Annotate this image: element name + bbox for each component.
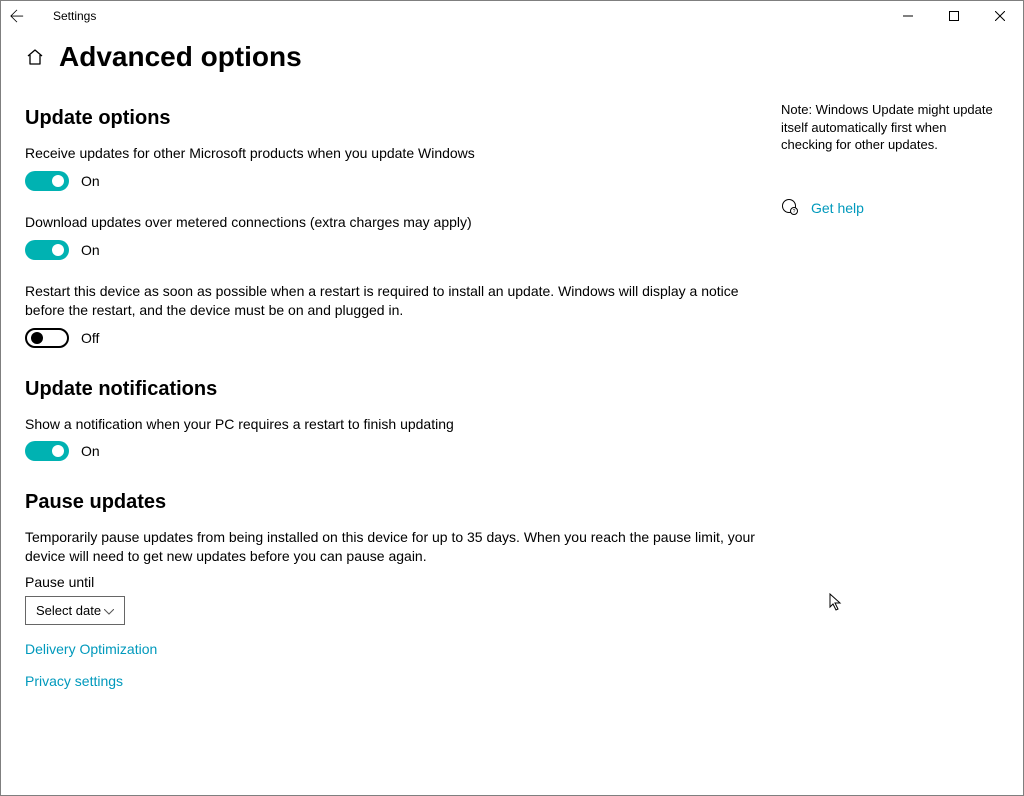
back-button[interactable]: [1, 1, 33, 31]
pause-until-value: Select date: [36, 603, 101, 618]
toggle-metered-state: On: [81, 242, 100, 258]
svg-text:?: ?: [793, 209, 796, 215]
opt-notify-desc: Show a notification when your PC require…: [25, 415, 771, 434]
maximize-button[interactable]: [931, 1, 977, 31]
settings-window: Settings Advanced options Update options…: [0, 0, 1024, 796]
toggle-metered[interactable]: [25, 240, 69, 260]
help-icon: ?: [781, 198, 799, 219]
side-note: Note: Windows Update might update itself…: [781, 101, 999, 154]
titlebar: Settings: [1, 1, 1023, 31]
side-panel: Note: Windows Update might update itself…: [771, 41, 1023, 719]
toggle-notify[interactable]: [25, 441, 69, 461]
opt-receive-updates-desc: Receive updates for other Microsoft prod…: [25, 144, 771, 163]
opt-metered-desc: Download updates over metered connection…: [25, 213, 771, 232]
window-controls: [885, 1, 1023, 31]
section-pause: Pause updates Temporarily pause updates …: [25, 491, 771, 689]
main-panel: Advanced options Update options Receive …: [1, 41, 771, 719]
chevron-down-icon: [104, 603, 114, 618]
home-icon[interactable]: [25, 47, 45, 67]
toggle-receive-updates-state: On: [81, 173, 100, 189]
window-title: Settings: [53, 9, 96, 23]
link-privacy-settings[interactable]: Privacy settings: [25, 673, 771, 689]
toggle-restart-state: Off: [81, 330, 99, 346]
close-button[interactable]: [977, 1, 1023, 31]
pause-desc: Temporarily pause updates from being ins…: [25, 528, 771, 566]
pause-until-dropdown[interactable]: Select date: [25, 596, 125, 625]
minimize-button[interactable]: [885, 1, 931, 31]
opt-restart-desc: Restart this device as soon as possible …: [25, 282, 771, 320]
section-heading-pause: Pause updates: [25, 491, 771, 514]
toggle-receive-updates[interactable]: [25, 171, 69, 191]
get-help-link: Get help: [811, 200, 864, 216]
section-update-options: Update options Receive updates for other…: [25, 107, 771, 348]
link-delivery-optimization[interactable]: Delivery Optimization: [25, 641, 771, 657]
page-title: Advanced options: [59, 41, 302, 73]
get-help-row[interactable]: ? Get help: [781, 198, 999, 219]
section-heading-update-options: Update options: [25, 107, 771, 130]
section-heading-notifications: Update notifications: [25, 378, 771, 401]
toggle-notify-state: On: [81, 443, 100, 459]
toggle-restart[interactable]: [25, 328, 69, 348]
pause-until-label: Pause until: [25, 574, 771, 590]
section-notifications: Update notifications Show a notification…: [25, 378, 771, 462]
